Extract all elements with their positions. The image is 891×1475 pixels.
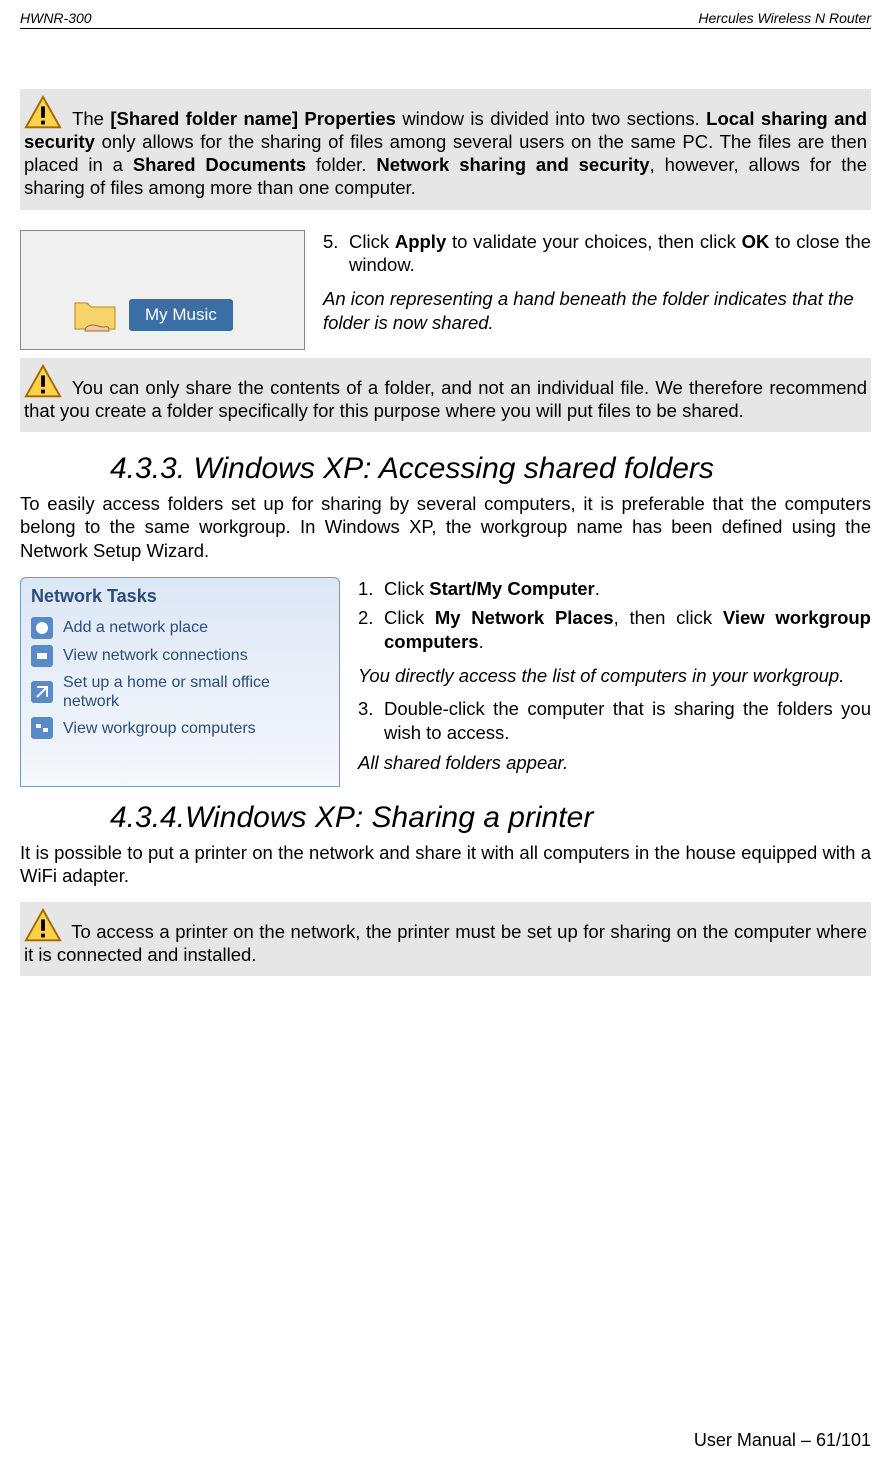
nt-label: Add a network place (63, 618, 208, 637)
nt-item-view-connections: View network connections (31, 645, 329, 667)
nt-label: View workgroup computers (63, 719, 256, 738)
note-workgroup-list: You directly access the list of computer… (358, 664, 871, 688)
bold: Apply (395, 231, 446, 252)
header-model: HWNR-300 (20, 10, 92, 26)
nt-item-add-place: Add a network place (31, 617, 329, 639)
workgroup-icon (31, 717, 53, 739)
bold: OK (742, 231, 770, 252)
warning-icon (24, 95, 62, 129)
step-body: Click Start/My Computer. (384, 577, 600, 601)
text: . (595, 578, 600, 599)
step5-row: My Music 5. Click Apply to validate your… (20, 230, 871, 350)
section-heading-434: 4.3.4.Windows XP: Sharing a printer (110, 801, 871, 835)
step-5: 5. Click Apply to validate your choices,… (323, 230, 871, 277)
folder-item: My Music (71, 291, 233, 339)
text: to validate your choices, then click (446, 231, 741, 252)
nt-item-setup-network: Set up a home or small office network (31, 673, 329, 711)
step-number: 2. (358, 606, 384, 653)
section-intro-433: To easily access folders set up for shar… (20, 492, 871, 563)
setup-network-icon (31, 681, 53, 703)
step5-italic-note: An icon representing a hand beneath the … (323, 287, 871, 334)
nt-item-view-workgroup: View workgroup computers (31, 717, 329, 739)
network-tasks-screenshot: Network Tasks Add a network place View n… (20, 577, 340, 787)
text: , then click (614, 607, 723, 628)
callout-text: The (66, 108, 110, 129)
text: Click (384, 607, 435, 628)
step-body: Double-click the computer that is sharin… (384, 697, 871, 744)
nt-label: Set up a home or small office network (63, 673, 329, 711)
step-body: Click Apply to validate your choices, th… (349, 230, 871, 277)
note-shared-folders: All shared folders appear. (358, 751, 871, 775)
text: Click (349, 231, 395, 252)
step-2: 2. Click My Network Places, then click V… (358, 606, 871, 653)
document-page: HWNR-300 Hercules Wireless N Router The … (0, 0, 891, 1475)
text: . (479, 631, 484, 652)
bold: Shared Documents (133, 154, 306, 175)
nt-label: View network connections (63, 646, 248, 665)
step5-text: 5. Click Apply to validate your choices,… (323, 230, 871, 335)
folder-label: My Music (129, 299, 233, 331)
step-number: 1. (358, 577, 384, 601)
bold: Network sharing and security (376, 154, 649, 175)
network-tasks-title: Network Tasks (31, 586, 329, 607)
shared-folder-screenshot: My Music (20, 230, 305, 350)
network-tasks-row: Network Tasks Add a network place View n… (20, 577, 871, 787)
network-place-icon (31, 617, 53, 639)
section-intro-434: It is possible to put a printer on the n… (20, 841, 871, 888)
warning-callout-folder-only: You can only share the contents of a fol… (20, 358, 871, 432)
warning-icon (24, 908, 62, 942)
steps-433: 1. Click Start/My Computer. 2. Click My … (358, 577, 871, 775)
step-number: 3. (358, 697, 384, 744)
text: window is divided into two sections. (396, 108, 706, 129)
warning-callout-sharing-sections: The [Shared folder name] Properties wind… (20, 89, 871, 210)
connections-icon (31, 645, 53, 667)
text: folder. (306, 154, 376, 175)
text: Click (384, 578, 429, 599)
bold: Start/My Computer (429, 578, 595, 599)
section-heading-433: 4.3.3. Windows XP: Accessing shared fold… (110, 452, 871, 486)
warning-callout-printer-sharing: To access a printer on the network, the … (20, 902, 871, 976)
warning-icon (24, 364, 62, 398)
page-header: HWNR-300 Hercules Wireless N Router (20, 10, 871, 29)
bold: [Shared folder name] Properties (110, 108, 396, 129)
header-title: Hercules Wireless N Router (698, 10, 871, 26)
callout-text: To access a printer on the network, the … (24, 921, 867, 965)
page-footer: User Manual – 61/101 (694, 1430, 871, 1451)
step-body: Click My Network Places, then click View… (384, 606, 871, 653)
callout-text: You can only share the contents of a fol… (24, 377, 867, 421)
shared-folder-icon (71, 291, 119, 339)
step-1: 1. Click Start/My Computer. (358, 577, 871, 601)
step-number: 5. (323, 230, 349, 277)
step-3: 3. Double-click the computer that is sha… (358, 697, 871, 744)
bold: My Network Places (435, 607, 614, 628)
